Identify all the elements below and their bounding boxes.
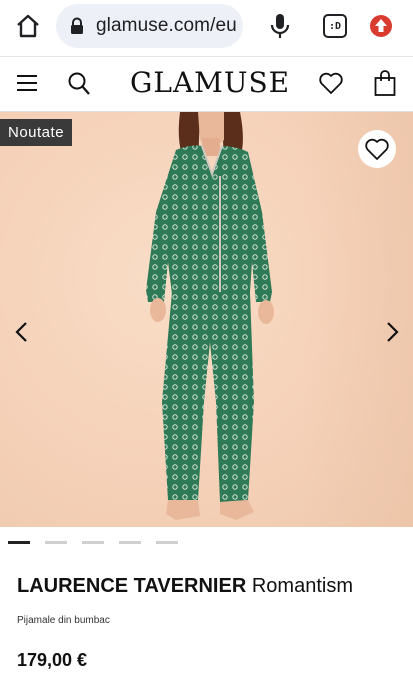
site-header: GLAMUSE [0, 56, 413, 112]
heart-icon [365, 138, 389, 160]
pager-dot-active[interactable] [8, 541, 30, 544]
product-brand[interactable]: LAURENCE TAVERNIER [17, 575, 246, 597]
menu-icon[interactable] [16, 73, 38, 93]
pager-dot[interactable] [156, 541, 178, 544]
product-image-carousel[interactable]: Noutate [0, 112, 413, 527]
address-bar[interactable]: glamuse.com/eu [56, 4, 243, 48]
pager-dot[interactable] [82, 541, 104, 544]
product-photo-green-pajamas [146, 112, 274, 520]
product-price: 179,00 € [17, 650, 88, 670]
browser-toolbar: glamuse.com/eu :D [0, 0, 413, 56]
favorite-button[interactable] [358, 130, 396, 168]
shopping-bag-icon[interactable] [374, 69, 396, 97]
pager-dot[interactable] [45, 541, 67, 544]
home-icon[interactable] [14, 12, 42, 40]
chevron-left-icon[interactable] [10, 318, 34, 346]
tab-switcher-button[interactable]: :D [323, 14, 347, 38]
search-icon[interactable] [67, 71, 91, 97]
new-badge: Noutate [0, 119, 73, 146]
product-collection: Romantism [251, 575, 353, 597]
product-title: LAURENCE TAVERNIER Romantism [17, 575, 353, 598]
product-subtitle: Pijamale din bumbac [17, 615, 110, 626]
brand-logo[interactable]: GLAMUSE [130, 66, 289, 99]
carousel-pagination [8, 541, 178, 545]
wishlist-heart-icon[interactable] [318, 71, 344, 95]
chevron-right-icon[interactable] [380, 318, 404, 346]
microphone-icon[interactable] [268, 12, 292, 40]
update-arrow-icon[interactable] [369, 14, 393, 38]
url-text: glamuse.com/eu [96, 15, 237, 36]
pager-dot[interactable] [119, 541, 141, 544]
lock-icon [71, 17, 83, 34]
